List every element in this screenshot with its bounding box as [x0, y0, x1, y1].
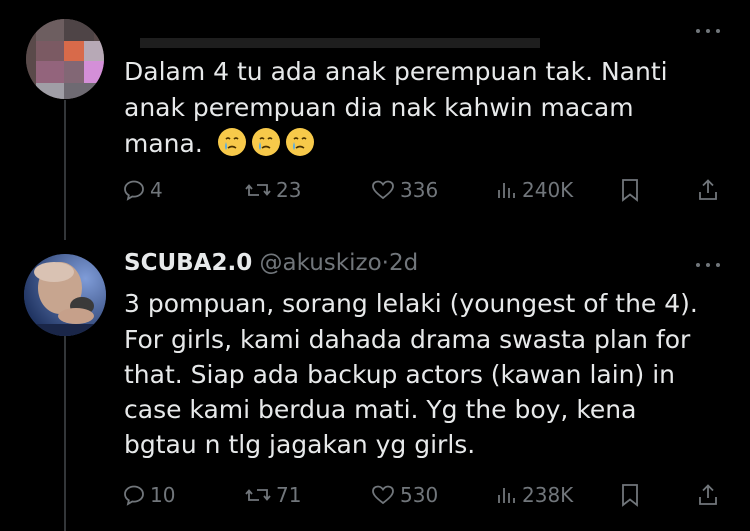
bookmark-button[interactable]: [618, 175, 642, 205]
bookmark-icon: [622, 484, 638, 507]
views-count: 240K: [522, 178, 574, 202]
reply-button[interactable]: 10: [122, 480, 175, 510]
more-options-icon[interactable]: [692, 256, 724, 272]
views-button[interactable]: 240K: [494, 175, 573, 205]
crying-face-icon: [217, 128, 246, 156]
views-button[interactable]: 238K: [494, 480, 573, 510]
avatar[interactable]: [26, 19, 104, 99]
views-bar-chart-icon: [498, 488, 515, 503]
avatar[interactable]: [24, 254, 106, 336]
reply-icon: [124, 485, 144, 506]
heart-icon: [372, 485, 394, 505]
crying-face-icon: [251, 128, 280, 156]
thread-connector-line: [64, 336, 66, 531]
tweet-text-line-3: that. Siap ada backup actors (kawan lain…: [124, 360, 676, 389]
reply-count: 4: [150, 178, 163, 202]
repost-count: 71: [276, 483, 302, 507]
views-count: 238K: [522, 483, 574, 507]
heart-icon: [372, 180, 394, 200]
timestamp[interactable]: 2d: [389, 250, 418, 276]
reply-count: 10: [150, 483, 176, 507]
separator-dot: ·: [381, 250, 389, 276]
views-bar-chart-icon: [498, 183, 515, 198]
share-button[interactable]: [696, 480, 720, 510]
crying-face-icon: [285, 128, 314, 156]
like-button[interactable]: 336: [370, 175, 438, 205]
tweet-text-line-2: anak perempuan dia nak kahwin macam: [124, 93, 634, 122]
tweet-actions-bar: 4 23 336 240K: [122, 175, 727, 205]
share-button[interactable]: [696, 175, 720, 205]
user-handle[interactable]: @akuskizo: [260, 250, 382, 276]
tweet-header: SCUBA2.0 @akuskizo·2d: [124, 250, 418, 276]
tweet-text-line-4: case kami berdua mati. Yg the boy, kena: [124, 395, 637, 424]
share-icon: [699, 179, 717, 200]
repost-button[interactable]: 71: [244, 480, 301, 510]
like-count: 336: [400, 178, 439, 202]
redacted-header: [140, 38, 540, 48]
more-options-icon[interactable]: [692, 22, 724, 38]
bookmark-button[interactable]: [618, 480, 642, 510]
tweet-actions-bar: 10 71 530 238K: [122, 480, 727, 510]
tweet-text-line-5: bgtau n tlg jagakan yg girls.: [124, 430, 476, 459]
tweet-text-line-3: mana.: [124, 126, 319, 162]
like-count: 530: [400, 483, 439, 507]
tweet-text-line-1: Dalam 4 tu ada anak perempuan tak. Nanti: [124, 57, 668, 86]
repost-icon: [245, 184, 271, 196]
reply-button[interactable]: 4: [122, 175, 163, 205]
like-button[interactable]: 530: [370, 480, 438, 510]
tweet-text-line-3-text: mana.: [124, 129, 203, 158]
share-icon: [699, 484, 717, 505]
thread-connector-line: [64, 100, 66, 240]
repost-icon: [245, 489, 271, 501]
tweet-text-line-2: For girls, kami dahada drama swasta plan…: [124, 325, 691, 354]
bookmark-icon: [622, 179, 638, 202]
display-name[interactable]: SCUBA2.0: [124, 250, 252, 276]
pixelated-avatar-image: [26, 19, 104, 99]
reply-icon: [124, 180, 144, 201]
repost-button[interactable]: 23: [244, 175, 301, 205]
repost-count: 23: [276, 178, 302, 202]
profile-photo: [24, 254, 106, 336]
tweet-text-line-1: 3 pompuan, sorang lelaki (youngest of th…: [124, 289, 698, 318]
